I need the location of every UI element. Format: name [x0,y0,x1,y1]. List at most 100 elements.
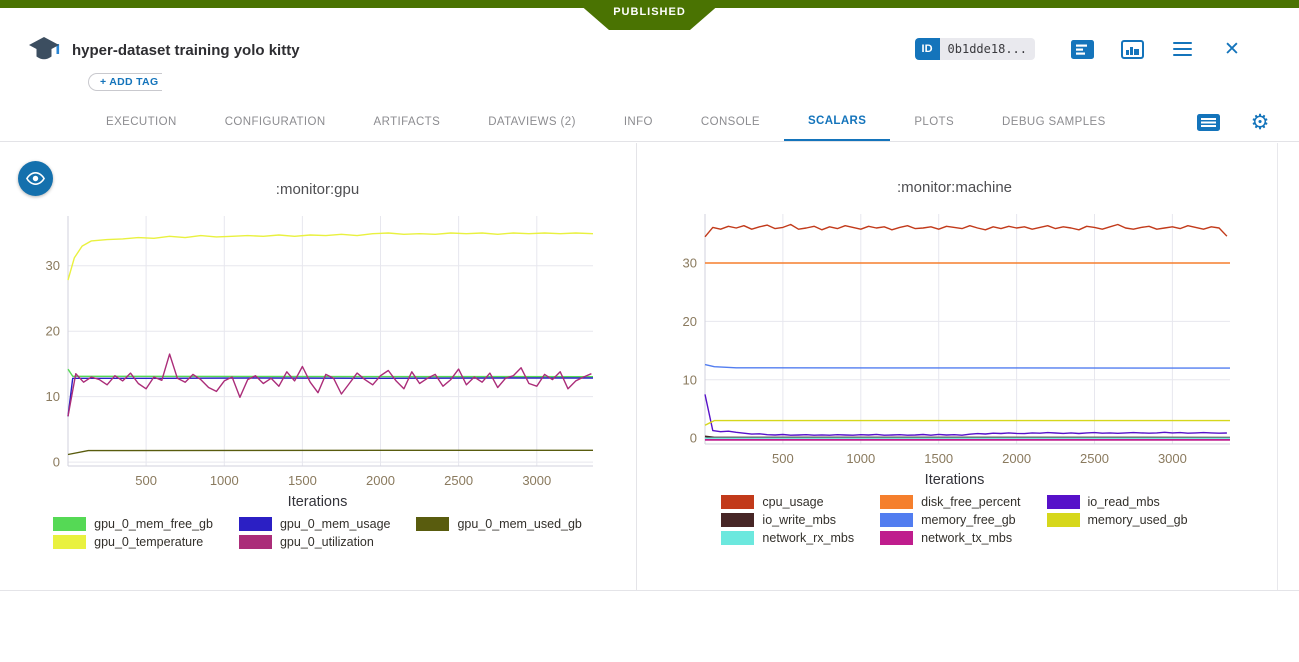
legend-item-cpu_usage[interactable]: cpu_usage [721,495,854,509]
experiment-page: PUBLISHED hyper-dataset training yolo ki… [0,0,1299,662]
svg-text:1000: 1000 [210,473,239,488]
legend-label: network_rx_mbs [762,531,854,545]
chart-svg[interactable]: 010203050010001500200025003000 [667,204,1242,470]
legend-swatch [880,513,913,527]
legend-swatch [880,531,913,545]
chart-svg[interactable]: 0 10 20 30 500 1000 1500 2000 2500 3000 [30,206,605,492]
tab-artifacts[interactable]: ARTIFACTS [350,103,465,141]
legend-swatch [53,535,86,549]
legend-item-gpu_0_mem_usage[interactable]: gpu_0_mem_usage [239,517,391,531]
svg-text:30: 30 [46,258,60,273]
svg-text:10: 10 [46,389,60,404]
tab-plots[interactable]: PLOTS [890,103,978,141]
scalar-chart-machine: :monitor:machine 01020305001000150020002… [637,143,1278,590]
chart-plot-area[interactable]: 010203050010001500200025003000 [667,204,1277,470]
tab-bar: EXECUTIONCONFIGURATIONARTIFACTSDATAVIEWS… [0,103,1299,142]
published-ribbon: PUBLISHED [575,0,725,30]
svg-text:20: 20 [683,314,697,329]
tab-dataviews-2[interactable]: DATAVIEWS (2) [464,103,600,141]
preview-button[interactable] [1107,36,1157,62]
legend-item-network_rx_mbs[interactable]: network_rx_mbs [721,531,854,545]
legend-swatch [53,517,86,531]
published-label: PUBLISHED [613,6,686,18]
legend-swatch [416,517,449,531]
legend-label: cpu_usage [762,495,823,509]
legend-item-memory_free_gb[interactable]: memory_free_gb [880,513,1020,527]
chart-x-axis-label: Iterations [667,472,1242,488]
legend-item-gpu_0_mem_free_gb[interactable]: gpu_0_mem_free_gb [53,517,213,531]
svg-text:3000: 3000 [1158,451,1187,466]
header: hyper-dataset training yolo kitty ID 0b1… [26,34,1273,66]
details-icon [1071,40,1094,59]
legend-item-disk_free_percent[interactable]: disk_free_percent [880,495,1020,509]
plots-preview-icon [1121,40,1144,59]
tab-configuration[interactable]: CONFIGURATION [201,103,350,141]
header-actions: ID 0b1dde18... [915,36,1257,62]
legend-swatch [721,531,754,545]
legend-swatch [239,517,272,531]
table-view-icon [1197,114,1220,131]
tab-console[interactable]: CONSOLE [677,103,784,141]
experiment-type-icon [26,35,62,65]
svg-text:1000: 1000 [846,451,875,466]
svg-text:30: 30 [683,256,697,271]
eye-icon [25,168,46,189]
tab-execution[interactable]: EXECUTION [82,103,201,141]
chart-x-axis-label: Iterations [30,494,605,510]
legend-item-io_read_mbs[interactable]: io_read_mbs [1047,495,1188,509]
details-button[interactable] [1057,36,1107,62]
gear-icon: ⚙ [1251,112,1270,133]
legend-label: disk_free_percent [921,495,1020,509]
id-badge[interactable]: ID 0b1dde18... [915,38,1035,60]
legend-label: io_write_mbs [762,513,836,527]
show-hide-metrics-button[interactable] [18,161,53,196]
svg-text:0: 0 [53,455,60,470]
tab-bar-icons: ⚙ [1195,103,1273,141]
svg-text:2000: 2000 [1002,451,1031,466]
legend-label: gpu_0_mem_used_gb [457,517,581,531]
legend-item-gpu_0_temperature[interactable]: gpu_0_temperature [53,535,213,549]
scalar-chart-gpu: :monitor:gpu 010203050010001500200025003… [0,143,637,590]
legend-swatch [721,513,754,527]
tab-list: EXECUTIONCONFIGURATIONARTIFACTSDATAVIEWS… [82,103,1130,141]
legend-swatch [239,535,272,549]
tag-row: + ADD TAG [88,72,162,91]
chart-legend: cpu_usage disk_free_percent io_read_mbs io_… [667,495,1242,545]
legend-label: memory_used_gb [1088,513,1188,527]
legend-item-gpu_0_mem_used_gb[interactable]: gpu_0_mem_used_gb [416,517,581,531]
add-tag-button[interactable]: + ADD TAG [88,73,162,91]
chart-plot-area[interactable]: 0 10 20 30 500 1000 1500 2000 2500 3000 [30,206,636,492]
svg-text:2000: 2000 [366,473,395,488]
svg-text:10: 10 [683,372,697,387]
legend-item-memory_used_gb[interactable]: memory_used_gb [1047,513,1188,527]
settings-button[interactable]: ⚙ [1247,109,1273,135]
svg-text:500: 500 [135,473,157,488]
legend-item-network_tx_mbs[interactable]: network_tx_mbs [880,531,1020,545]
legend-item-io_write_mbs[interactable]: io_write_mbs [721,513,854,527]
tab-info[interactable]: INFO [600,103,677,141]
experiment-title: hyper-dataset training yolo kitty [72,42,300,59]
table-view-button[interactable] [1195,109,1221,135]
legend-swatch [1047,495,1080,509]
svg-text:1500: 1500 [288,473,317,488]
scalars-panel: :monitor:gpu 010203050010001500200025003… [0,143,1299,591]
svg-text:0: 0 [690,431,697,446]
svg-text:3000: 3000 [522,473,551,488]
svg-text:1500: 1500 [924,451,953,466]
legend-swatch [1047,513,1080,527]
legend-label: io_read_mbs [1088,495,1160,509]
svg-text:2500: 2500 [444,473,473,488]
menu-button[interactable] [1157,36,1207,62]
legend-label: gpu_0_utilization [280,535,374,549]
tab-debug-samples[interactable]: DEBUG SAMPLES [978,103,1130,141]
legend-swatch [721,495,754,509]
close-button[interactable]: ✕ [1207,36,1257,62]
svg-text:20: 20 [46,324,60,339]
legend-label: gpu_0_temperature [94,535,203,549]
tab-scalars[interactable]: SCALARS [784,103,890,141]
svg-text:2500: 2500 [1080,451,1109,466]
legend-item-gpu_0_utilization[interactable]: gpu_0_utilization [239,535,391,549]
menu-icon [1173,42,1192,57]
chart-title: :monitor:machine [667,179,1242,196]
legend-label: network_tx_mbs [921,531,1012,545]
